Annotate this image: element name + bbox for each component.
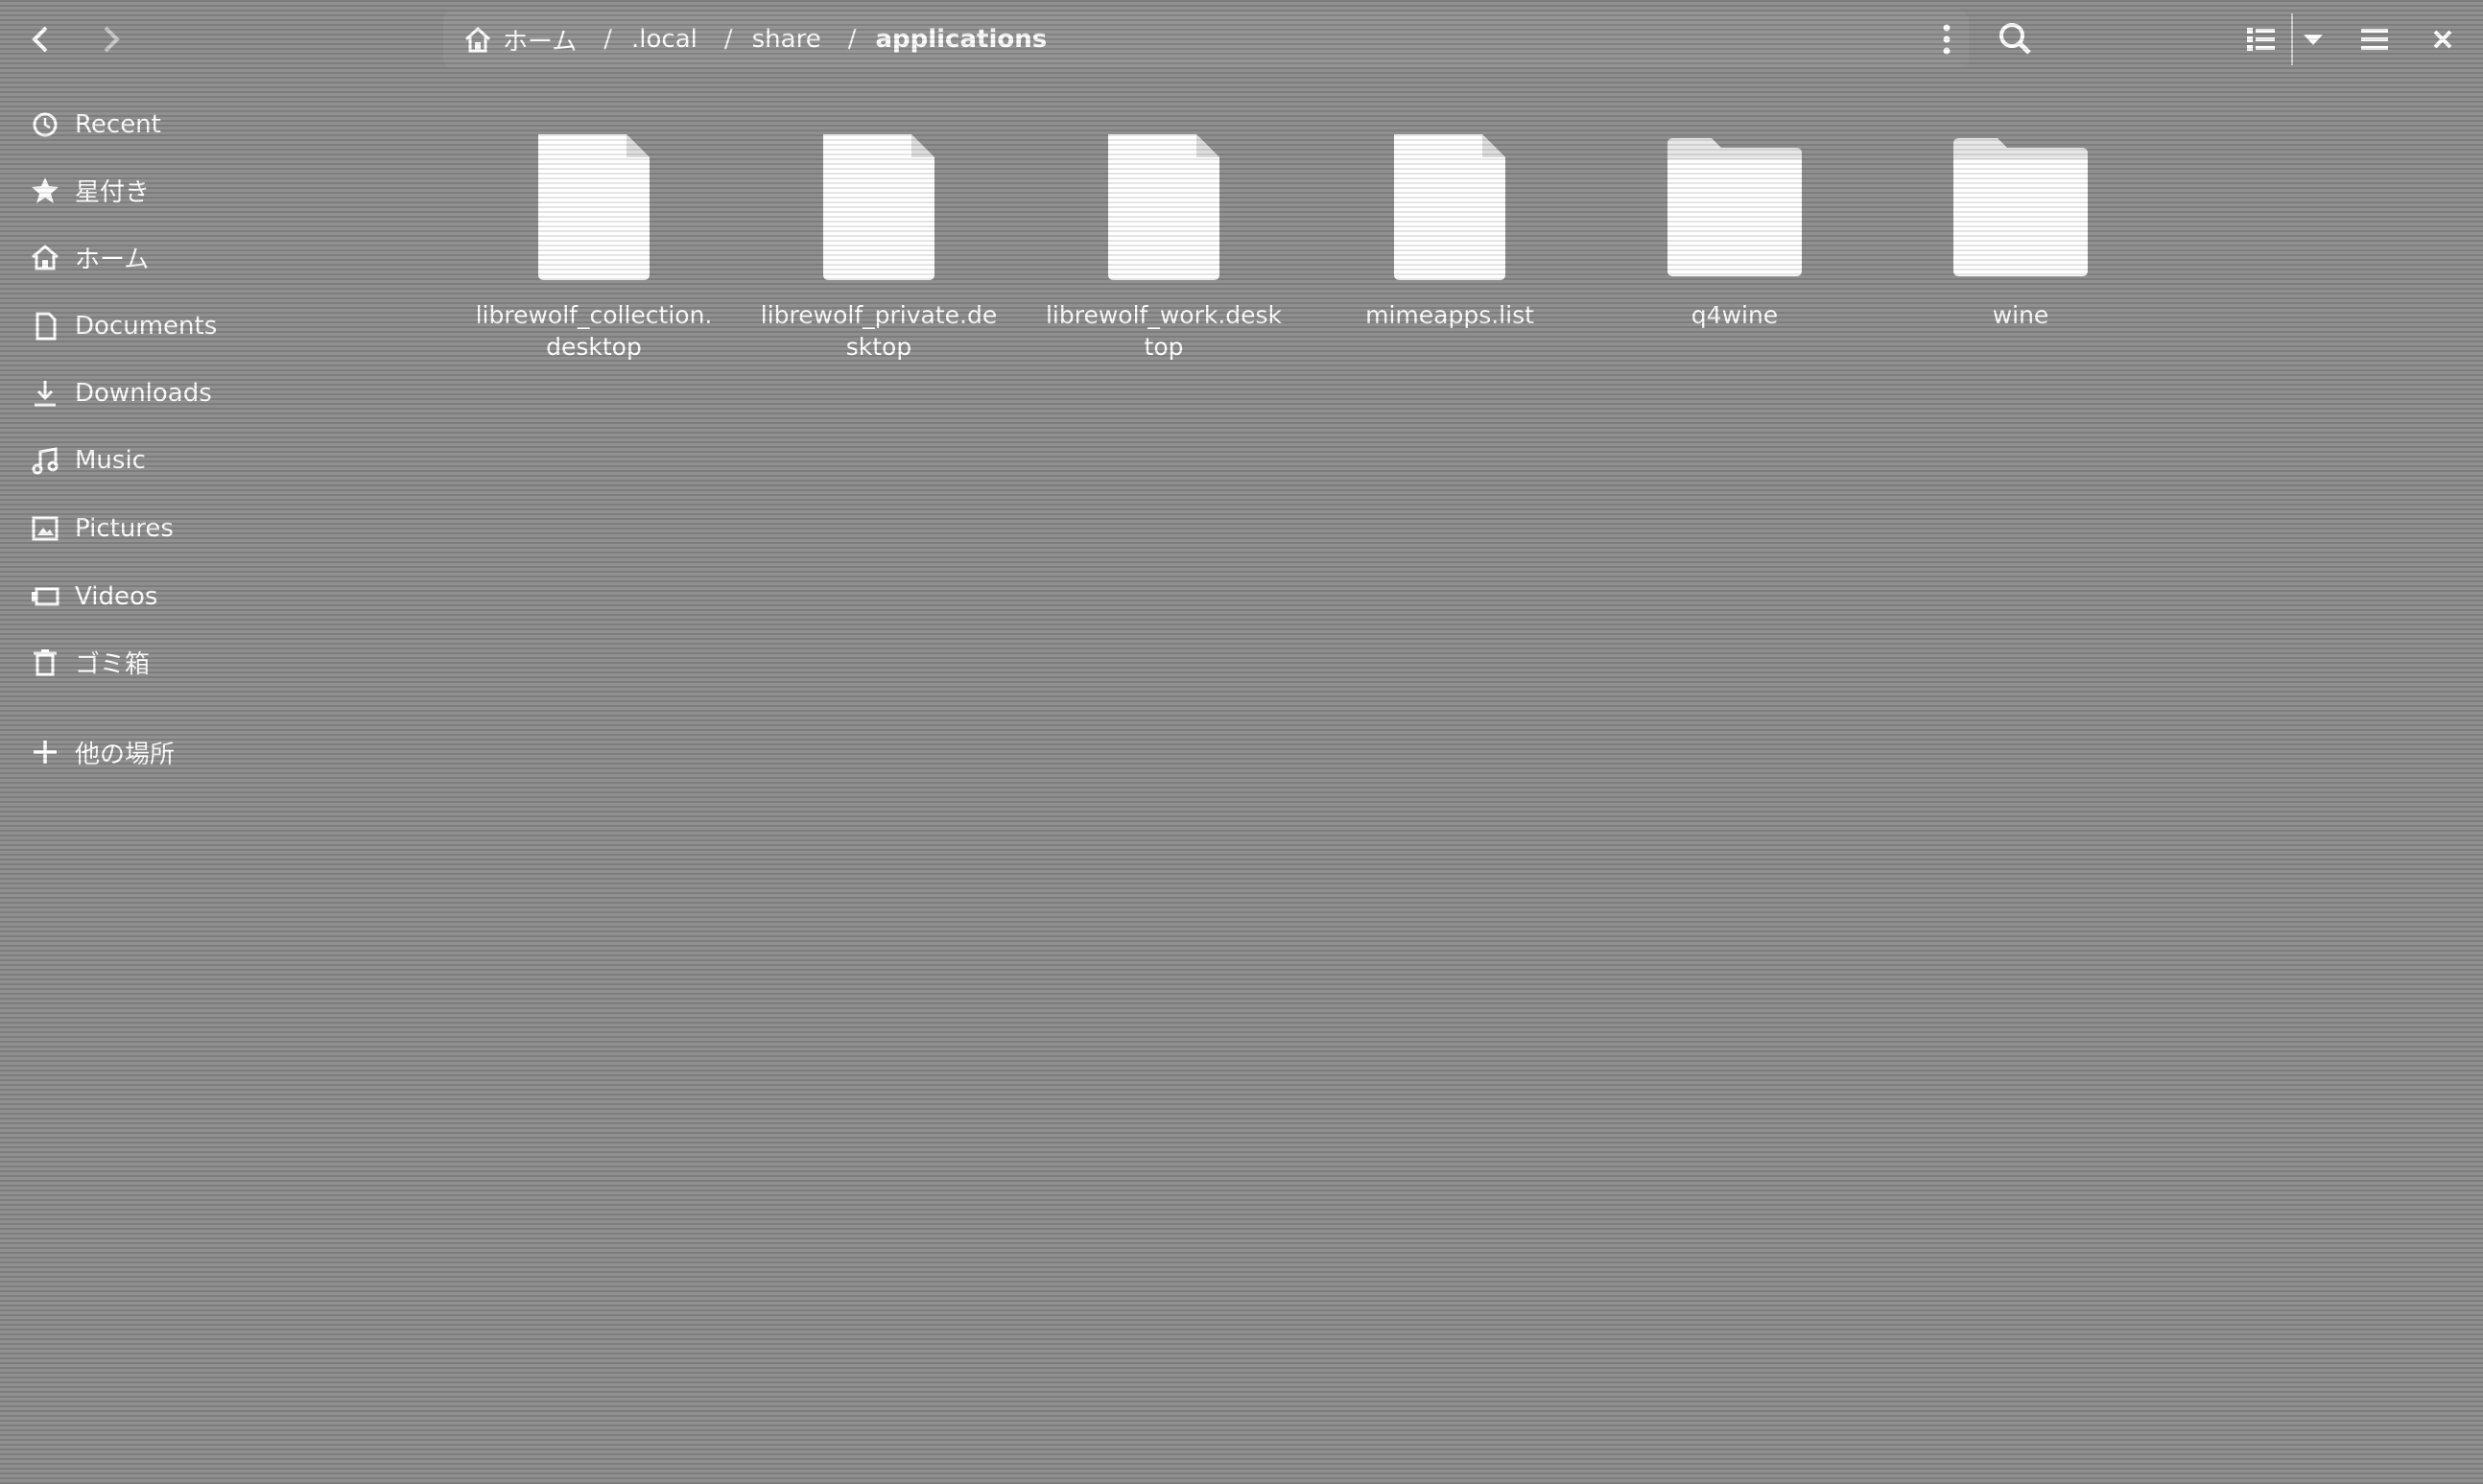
header-bar: ホーム / .local / share / applications — [0, 0, 2483, 79]
hamburger-icon — [2361, 29, 2388, 50]
path-separator: / — [847, 25, 857, 54]
file-name: librewolf_collection.desktop — [475, 301, 713, 361]
folder-name: wine — [1992, 301, 2049, 329]
music-icon — [29, 444, 61, 477]
sidebar-item-starred[interactable]: 星付き — [29, 167, 150, 213]
file-item[interactable]: librewolf_work.desktop — [1034, 130, 1293, 363]
file-name: librewolf_private.desktop — [760, 301, 998, 361]
sidebar-item-pictures[interactable]: Pictures — [29, 506, 174, 552]
sidebar-item-label: Music — [75, 446, 146, 475]
search-button[interactable] — [1994, 17, 2038, 61]
crumb-label: ホーム — [503, 27, 578, 57]
sidebar-item-label: Videos — [75, 582, 158, 611]
sidebar-item-trash[interactable]: ゴミ箱 — [29, 639, 150, 685]
file-name: librewolf_work.desktop — [1045, 301, 1283, 361]
download-icon — [29, 377, 61, 410]
view-options-button[interactable] — [2299, 17, 2328, 61]
back-button[interactable] — [17, 17, 65, 61]
path-separator: / — [723, 25, 733, 54]
home-icon — [464, 26, 491, 53]
folder-name: q4wine — [1691, 301, 1779, 329]
star-icon — [29, 174, 61, 206]
folder-icon — [1667, 138, 1802, 276]
sidebar-item-downloads[interactable]: Downloads — [29, 370, 212, 416]
crumb-label: applications — [875, 25, 1048, 54]
path-separator: / — [603, 25, 612, 54]
trash-icon — [29, 646, 61, 678]
home-icon — [29, 241, 61, 273]
file-name: mimeapps.list — [1365, 301, 1534, 329]
sidebar-item-label: Recent — [75, 110, 161, 139]
file-icon — [538, 134, 650, 280]
plus-icon — [29, 736, 61, 768]
vertical-dots-icon — [1943, 24, 1951, 55]
forward-button[interactable] — [86, 17, 134, 61]
file-item[interactable]: librewolf_collection.desktop — [464, 130, 723, 363]
file-icon — [823, 134, 934, 280]
sidebar-item-label: ホーム — [75, 245, 150, 274]
crumb-applications[interactable]: applications — [875, 25, 1047, 54]
search-icon — [1999, 23, 2031, 55]
list-view-icon — [2247, 28, 2275, 51]
folder-icon — [1953, 138, 2088, 276]
close-icon — [2433, 30, 2452, 49]
file-icon — [1394, 134, 1505, 280]
crumb-label: .local — [631, 25, 698, 54]
sidebar-item-label: Documents — [75, 312, 218, 341]
crumb-home[interactable]: ホーム — [462, 22, 577, 58]
main-menu-button[interactable] — [2354, 17, 2395, 61]
crumb-share[interactable]: share — [752, 25, 821, 54]
sidebar-item-label: 他の場所 — [75, 740, 176, 769]
sidebar-item-label: Pictures — [75, 514, 174, 543]
document-icon — [29, 310, 61, 342]
sidebar-item-recent[interactable]: Recent — [29, 102, 161, 148]
sidebar-item-videos[interactable]: Videos — [29, 574, 157, 620]
file-icon — [1108, 134, 1219, 280]
clock-icon — [29, 108, 61, 141]
chevron-left-icon — [32, 26, 48, 53]
sidebar-item-home[interactable]: ホーム — [29, 234, 149, 280]
file-item[interactable]: librewolf_private.desktop — [749, 130, 1008, 363]
list-view-button[interactable] — [2243, 17, 2280, 61]
sidebar-item-documents[interactable]: Documents — [29, 303, 217, 349]
folder-item[interactable]: q4wine — [1605, 130, 1864, 331]
crumb-local[interactable]: .local — [631, 25, 698, 54]
triangle-down-icon — [2304, 35, 2323, 45]
folder-item[interactable]: wine — [1891, 130, 2150, 331]
file-item[interactable]: mimeapps.list — [1320, 130, 1579, 331]
sidebar-item-other-locations[interactable]: 他の場所 — [29, 729, 175, 775]
sidebar-item-label: ゴミ箱 — [75, 649, 151, 679]
chevron-right-icon — [104, 26, 120, 53]
close-button[interactable] — [2425, 17, 2460, 61]
crumb-label: share — [751, 25, 821, 54]
picture-icon — [29, 512, 61, 545]
sidebar-item-label: 星付き — [75, 177, 151, 207]
sidebar-item-music[interactable]: Music — [29, 437, 146, 483]
path-bar: ホーム / .local / share / applications — [443, 12, 1969, 67]
video-icon — [29, 580, 61, 613]
view-separator — [2291, 13, 2293, 65]
sidebar-item-label: Downloads — [75, 379, 212, 408]
path-menu-button[interactable] — [1940, 21, 1953, 58]
